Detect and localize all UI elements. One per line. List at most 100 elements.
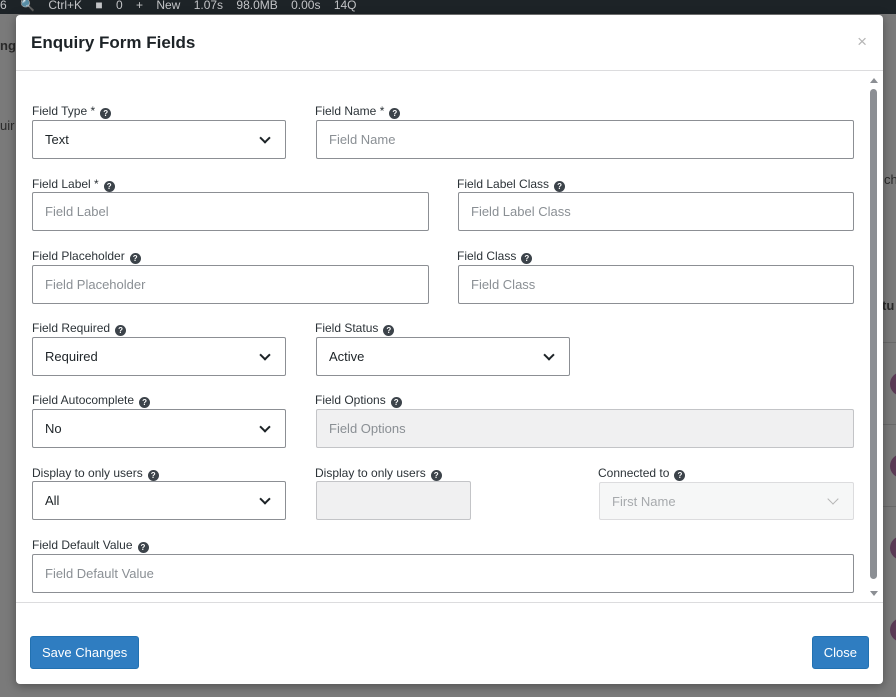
modal-title: Enquiry Form Fields <box>31 33 196 52</box>
field-label-class-input[interactable] <box>471 204 841 219</box>
admin-bar: 6 🔍 Ctrl+K ■ 0 + New 1.07s 98.0MB 0.00s … <box>0 0 896 14</box>
chevron-down-icon <box>259 492 271 505</box>
field-type-select[interactable]: Text <box>32 120 286 159</box>
help-icon[interactable]: ? <box>103 181 115 192</box>
help-icon[interactable]: ? <box>137 542 149 553</box>
help-icon[interactable]: ? <box>100 108 112 119</box>
help-icon[interactable]: ? <box>430 470 442 481</box>
modal-scrollbar[interactable] <box>869 72 879 602</box>
field-label-input[interactable] <box>45 204 416 219</box>
field-options-input <box>329 421 841 436</box>
help-icon[interactable]: ? <box>147 470 159 481</box>
display-users-value: All <box>45 493 60 508</box>
close-icon[interactable]: × <box>857 32 867 52</box>
field-options-label: Field Options? <box>315 393 402 408</box>
connected-to-value: First Name <box>612 493 676 509</box>
field-placeholder-field <box>32 265 429 304</box>
field-label-label: Field Label *? <box>32 177 115 192</box>
modal-body: Field Type *? Text Field Name *? Field L… <box>16 72 883 602</box>
help-icon[interactable]: ? <box>389 108 401 119</box>
field-type-label-text: Field Type * <box>32 104 96 118</box>
display-users-2-label: Display to only users? <box>315 466 442 481</box>
background-avatar <box>890 454 896 478</box>
field-status-label: Field Status? <box>315 321 395 336</box>
field-autocomplete-label-text: Field Autocomplete <box>32 393 135 407</box>
help-icon[interactable]: ? <box>554 181 566 192</box>
background-text-1: ng <box>0 38 16 53</box>
field-status-label-text: Field Status <box>315 321 379 335</box>
plus-icon[interactable]: + <box>136 0 143 12</box>
field-class-field <box>458 265 854 304</box>
search-icon[interactable]: 🔍 <box>20 0 35 12</box>
scroll-down-arrow-icon[interactable] <box>870 591 878 596</box>
field-default-value-label-text: Field Default Value <box>32 538 133 552</box>
modal-header: Enquiry Form Fields × <box>16 15 883 71</box>
field-name-label: Field Name *? <box>315 104 401 119</box>
field-placeholder-label: Field Placeholder? <box>32 249 141 264</box>
field-name-field <box>316 120 854 159</box>
field-required-value: Required <box>45 349 98 364</box>
field-default-value-input[interactable] <box>45 566 841 581</box>
save-changes-button[interactable]: Save Changes <box>30 636 140 669</box>
close-button[interactable]: Close <box>811 636 869 669</box>
admin-bar-comments[interactable]: 0 <box>116 0 123 12</box>
help-icon[interactable]: ? <box>115 325 127 336</box>
background-avatar <box>890 372 896 396</box>
connected-to-label: Connected to? <box>598 466 686 481</box>
field-placeholder-input[interactable] <box>45 277 416 292</box>
field-name-input[interactable] <box>329 132 841 147</box>
field-status-select[interactable]: Active <box>316 337 570 376</box>
admin-bar-count[interactable]: 6 <box>0 0 7 12</box>
field-required-label-text: Field Required <box>32 321 111 335</box>
field-class-label: Field Class? <box>457 249 533 264</box>
connected-to-select: First Name <box>599 482 854 520</box>
field-status-value: Active <box>329 349 365 364</box>
admin-bar-query-time: 0.00s <box>291 0 321 12</box>
field-required-label: Field Required? <box>32 321 127 336</box>
help-icon[interactable]: ? <box>139 397 151 408</box>
admin-bar-shortcut[interactable]: Ctrl+K <box>48 0 82 12</box>
display-users-2-label-text: Display to only users <box>315 466 426 480</box>
help-icon[interactable]: ? <box>129 253 141 264</box>
scroll-up-arrow-icon[interactable] <box>870 78 878 83</box>
help-icon[interactable]: ? <box>521 253 533 264</box>
field-label-label-text: Field Label * <box>32 177 99 191</box>
field-label-class-field <box>458 192 854 231</box>
chevron-down-icon <box>259 131 271 144</box>
background-avatar <box>890 618 896 642</box>
display-users-2-field <box>316 481 471 520</box>
help-icon[interactable]: ? <box>674 470 686 481</box>
field-type-label: Field Type *? <box>32 104 112 119</box>
field-autocomplete-value: No <box>45 421 62 436</box>
help-icon[interactable]: ? <box>383 325 395 336</box>
help-icon[interactable]: ? <box>390 397 402 408</box>
display-users-select[interactable]: All <box>32 481 286 520</box>
field-default-value-field <box>32 554 854 593</box>
chevron-down-icon <box>259 348 271 361</box>
scrollbar-thumb[interactable] <box>870 89 877 579</box>
field-label-class-label-text: Field Label Class <box>457 177 550 191</box>
admin-bar-new[interactable]: New <box>156 0 180 12</box>
field-placeholder-label-text: Field Placeholder <box>32 249 125 263</box>
connected-to-label-text: Connected to <box>598 466 670 480</box>
field-autocomplete-select[interactable]: No <box>32 409 286 448</box>
comment-icon[interactable]: ■ <box>95 0 102 12</box>
admin-bar-memory: 98.0MB <box>236 0 278 12</box>
field-type-value: Text <box>45 132 69 147</box>
modal-footer: Save Changes Close <box>16 602 883 684</box>
field-default-value-label: Field Default Value? <box>32 538 149 553</box>
display-users-label: Display to only users? <box>32 466 159 481</box>
field-label-field <box>32 192 429 231</box>
admin-bar-time: 1.07s <box>193 0 224 12</box>
background-text-2: uir <box>0 118 15 133</box>
chevron-down-icon <box>543 348 555 361</box>
field-class-input[interactable] <box>471 277 841 292</box>
field-autocomplete-label: Field Autocomplete? <box>32 393 151 408</box>
display-users-label-text: Display to only users <box>32 466 143 480</box>
field-required-select[interactable]: Required <box>32 337 286 376</box>
chevron-down-icon <box>259 420 271 433</box>
field-name-label-text: Field Name * <box>315 104 385 118</box>
field-label-class-label: Field Label Class? <box>457 177 566 192</box>
field-options-field <box>316 409 854 448</box>
field-class-label-text: Field Class <box>457 249 517 263</box>
